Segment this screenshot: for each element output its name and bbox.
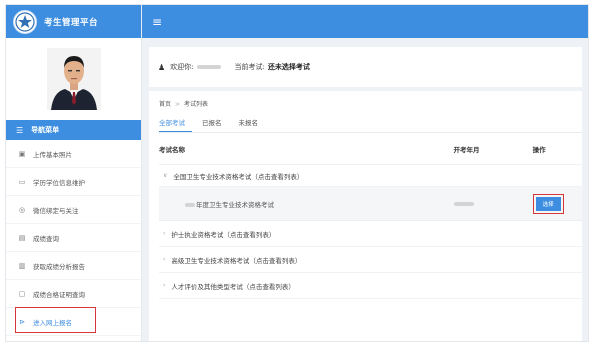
card-icon: ▭ — [18, 177, 26, 186]
exam-name: 年度卫生专业技术资格考试 — [159, 199, 454, 209]
user-icon: ♟ — [158, 62, 166, 72]
chevron-down-icon: ∨ — [163, 172, 168, 179]
exam-list-card: 首页 > 考试列表 全部考试 已报名 未报名 考试名称 开考年月 操作 ∨ 全国卫生… — [149, 91, 582, 341]
select-exam-button[interactable]: 选择 — [535, 196, 561, 211]
welcome-bar: ♟ 欢迎你: 当前考试: 还未选择考试 — [149, 47, 582, 87]
exam-group-row[interactable]: › 高级卫生专业技术资格考试（点击查看列表） — [159, 247, 582, 273]
report-icon: ▥ — [18, 261, 26, 270]
chevron-right-icon: › — [163, 282, 166, 289]
chevron-right-icon: › — [163, 256, 166, 263]
blurred-date — [453, 201, 474, 206]
nav-menu-header: ☰ 导航菜单 — [6, 120, 141, 140]
header-action: 操作 — [532, 145, 546, 154]
header-exam-name: 考试名称 — [159, 145, 185, 154]
sidebar-item-label: 获取成绩分析报告 — [33, 262, 85, 271]
breadcrumb-home[interactable]: 首页 — [159, 101, 171, 108]
exam-group-label: 护士执业资格考试（点击查看列表） — [171, 230, 276, 239]
exam-group-label: 高级卫生专业技术资格考试（点击查看列表） — [171, 256, 302, 265]
sidebar-item-label: 学历学位信息维护 — [33, 178, 85, 187]
logo-icon — [13, 9, 37, 34]
blurred-year — [185, 202, 195, 207]
current-exam-label: 当前考试: — [234, 63, 265, 71]
sidebar-item-label: 成绩合格证明查询 — [33, 290, 85, 299]
image-icon: ▣ — [18, 149, 26, 158]
exam-group-label: 人才评价及其他类型考试（点击查看列表） — [171, 282, 295, 291]
table-header: 考试名称 开考年月 操作 — [159, 133, 582, 165]
welcome-greeting: 欢迎你: — [170, 63, 194, 71]
wechat-icon: ◎ — [18, 205, 26, 214]
header-exam-date: 开考年月 — [453, 145, 480, 154]
enter-icon: ⊳ — [19, 317, 25, 326]
menu-toggle-icon[interactable]: ≡ — [152, 15, 162, 29]
brand-bar: 考生管理平台 — [6, 5, 141, 38]
certificate-icon: ▢ — [18, 289, 26, 298]
tab-registered[interactable]: 已报名 — [202, 117, 229, 132]
sidebar-item-education[interactable]: ▭ 学历学位信息维护 — [6, 168, 141, 196]
top-bar: ≡ — [142, 5, 588, 38]
exam-action-cell: 选择 — [532, 193, 582, 214]
breadcrumb-separator: > — [175, 101, 181, 108]
exam-group-row[interactable]: › 护士执业资格考试（点击查看列表） — [159, 221, 582, 247]
sidebar-item-upload-photo[interactable]: ▣ 上传基本照片 — [6, 140, 141, 168]
chevron-right-icon: › — [163, 230, 166, 237]
sidebar-item-label: 微信绑定与关注 — [33, 206, 79, 215]
exam-group-row[interactable]: › 人才评价及其他类型考试（点击查看列表） — [159, 273, 582, 299]
exam-date — [453, 201, 533, 206]
sidebar-item-label: 进入网上报名 — [33, 318, 72, 327]
breadcrumb-current: 考试列表 — [184, 101, 209, 108]
exam-group-label: 全国卫生专业技术资格考试（点击查看列表） — [173, 172, 304, 181]
current-exam-value: 还未选择考试 — [267, 63, 310, 71]
sidebar-item-label: 成绩查询 — [33, 234, 59, 243]
sidebar-item-label: 上传基本照片 — [33, 150, 72, 159]
highlight-box: 选择 — [532, 193, 564, 214]
breadcrumb: 首页 > 考试列表 — [159, 99, 582, 108]
exam-group-row[interactable]: ∨ 全国卫生专业技术资格考试（点击查看列表） — [159, 165, 582, 187]
nav-menu-title: 导航菜单 — [31, 126, 60, 134]
sidebar: 考生管理平台 ☰ 导航菜单 ▣ 上传基本照片 ▭ 学历学位信息维护 ◎ 微信绑定… — [6, 5, 142, 341]
tab-unregistered[interactable]: 未报名 — [239, 117, 266, 132]
photo-area — [6, 38, 141, 120]
blurred-username — [196, 65, 221, 69]
app-frame: 考生管理平台 ☰ 导航菜单 ▣ 上传基本照片 ▭ 学历学位信息维护 ◎ 微信绑定… — [5, 4, 589, 342]
app-title: 考生管理平台 — [44, 17, 99, 28]
candidate-photo — [46, 48, 101, 110]
sidebar-item-certificate[interactable]: ▢ 成绩合格证明查询 — [6, 280, 141, 308]
exam-row: 年度卫生专业技术资格考试 选择 — [159, 187, 582, 221]
sidebar-item-score-query[interactable]: ▤ 成绩查询 — [6, 224, 141, 252]
exam-tabs: 全部考试 已报名 未报名 — [159, 117, 582, 133]
tab-all-exams[interactable]: 全部考试 — [159, 117, 192, 132]
exam-name-text: 年度卫生专业技术资格考试 — [196, 200, 274, 209]
sidebar-item-wechat[interactable]: ◎ 微信绑定与关注 — [6, 196, 141, 224]
document-icon: ▤ — [18, 233, 26, 242]
sidebar-item-score-report[interactable]: ▥ 获取成绩分析报告 — [6, 252, 141, 280]
sidebar-item-online-registration[interactable]: ⊳ 进入网上报名 — [6, 308, 141, 336]
menu-icon: ☰ — [16, 125, 24, 135]
